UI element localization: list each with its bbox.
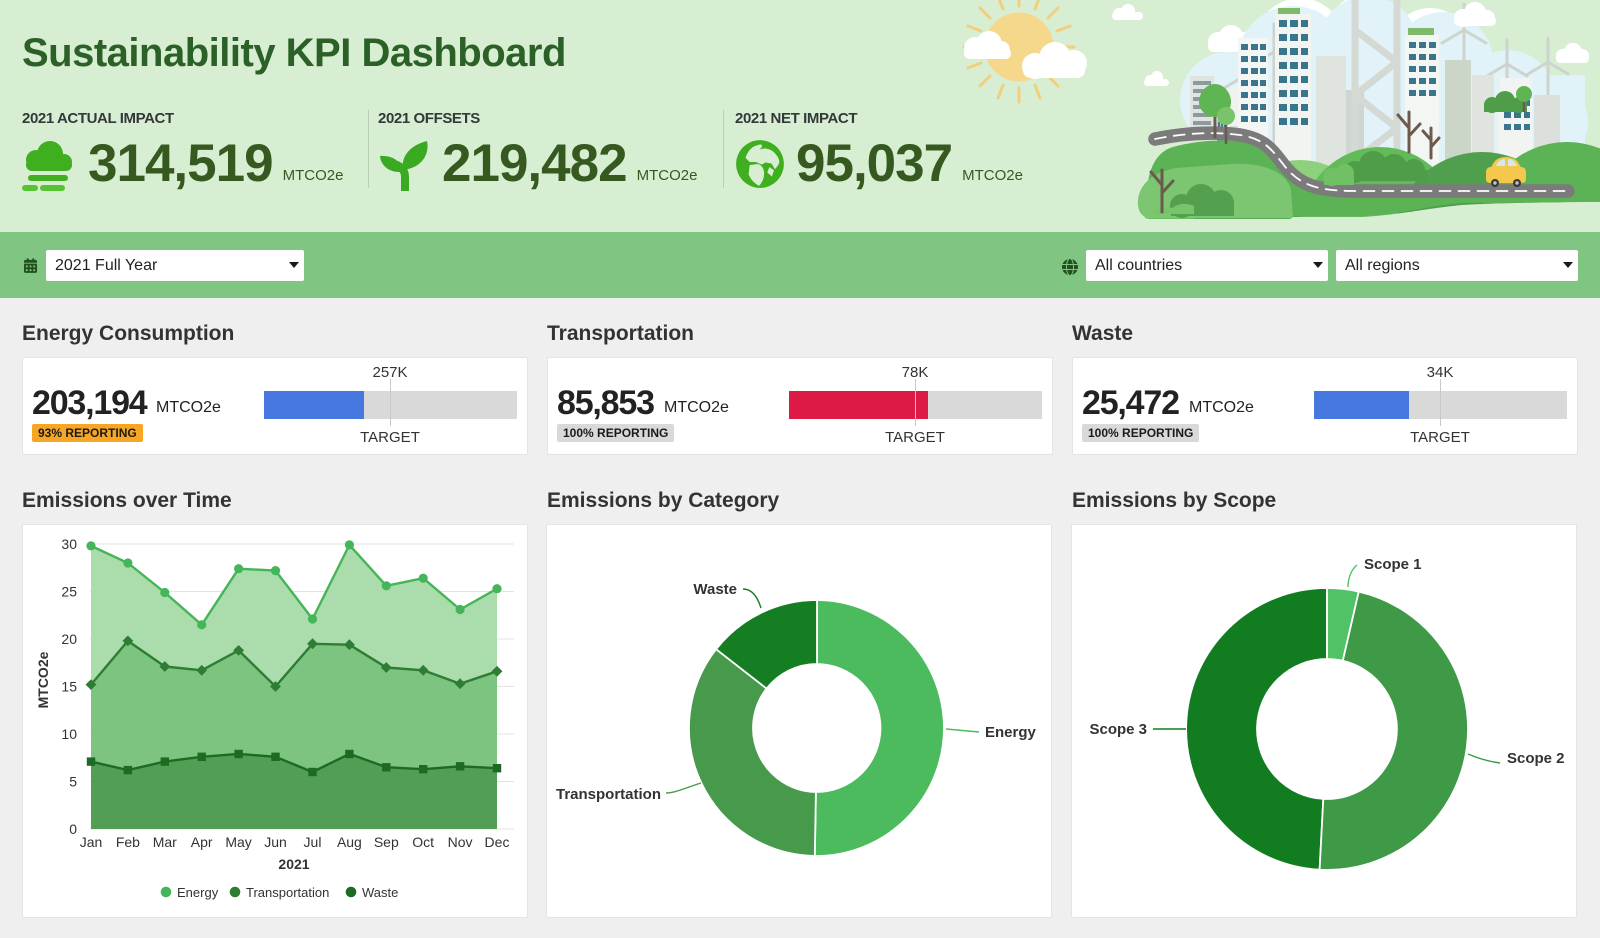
svg-text:Scope 3: Scope 3 bbox=[1089, 721, 1147, 738]
svg-text:Jun: Jun bbox=[264, 834, 287, 850]
svg-text:Dec: Dec bbox=[485, 834, 510, 850]
svg-text:May: May bbox=[225, 834, 251, 850]
svg-text:Mar: Mar bbox=[153, 834, 177, 850]
svg-text:Sep: Sep bbox=[374, 834, 399, 850]
svg-text:Jan: Jan bbox=[80, 834, 103, 850]
svg-text:2021: 2021 bbox=[278, 856, 309, 872]
svg-text:Waste: Waste bbox=[693, 581, 737, 598]
svg-text:10: 10 bbox=[61, 726, 77, 742]
svg-text:Apr: Apr bbox=[191, 834, 213, 850]
svg-text:Nov: Nov bbox=[448, 834, 473, 850]
svg-text:Jul: Jul bbox=[304, 834, 322, 850]
svg-text:Feb: Feb bbox=[116, 834, 140, 850]
svg-text:30: 30 bbox=[61, 536, 77, 552]
svg-text:Transportation: Transportation bbox=[246, 885, 329, 900]
svg-text:Energy: Energy bbox=[177, 885, 219, 900]
svg-text:Scope 2: Scope 2 bbox=[1507, 750, 1565, 767]
svg-text:25: 25 bbox=[61, 584, 77, 600]
svg-text:20: 20 bbox=[61, 631, 77, 647]
svg-text:Transportation: Transportation bbox=[556, 786, 661, 803]
svg-text:Scope 1: Scope 1 bbox=[1364, 556, 1422, 573]
svg-text:Waste: Waste bbox=[362, 885, 398, 900]
svg-text:15: 15 bbox=[61, 679, 77, 695]
svg-text:Energy: Energy bbox=[985, 724, 1037, 741]
svg-text:5: 5 bbox=[69, 774, 77, 790]
svg-text:0: 0 bbox=[69, 821, 77, 837]
svg-text:Oct: Oct bbox=[412, 834, 434, 850]
svg-text:MTCO2e: MTCO2e bbox=[35, 651, 51, 708]
svg-text:Aug: Aug bbox=[337, 834, 362, 850]
